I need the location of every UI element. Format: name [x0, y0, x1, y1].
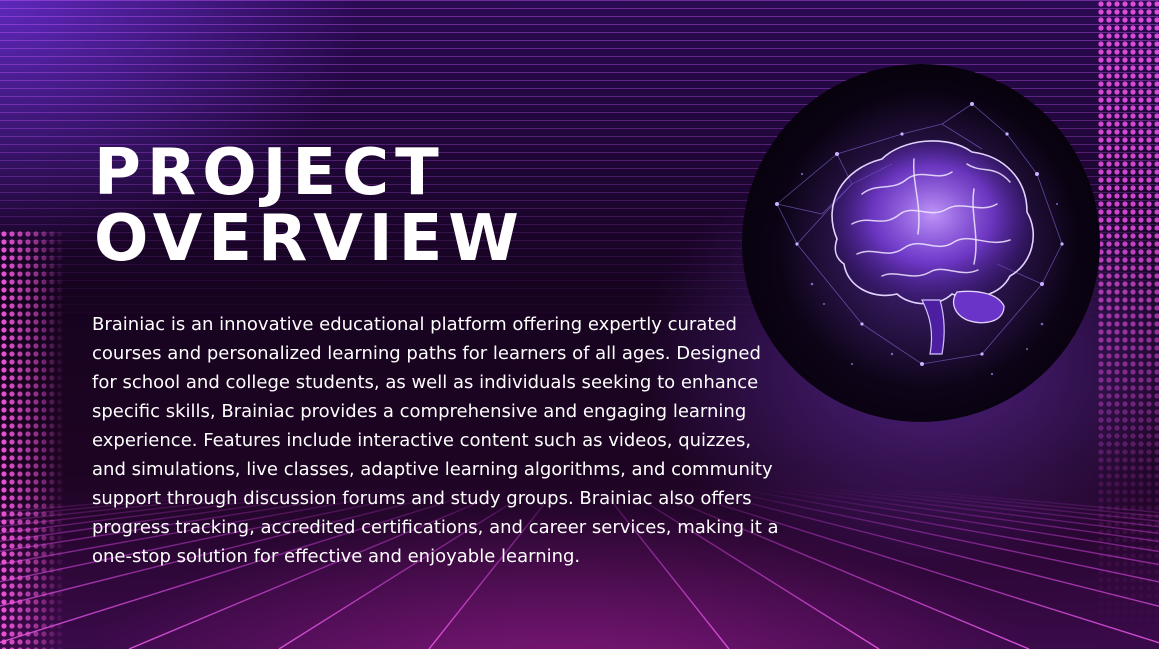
brain-icon: [775, 89, 1077, 389]
dot-pattern-left: [0, 230, 66, 649]
dot-pattern-right: [1097, 0, 1159, 649]
slide: PROJECT OVERVIEW Brainiac is an innovati…: [0, 0, 1159, 649]
slide-title: PROJECT OVERVIEW: [94, 140, 525, 272]
title-line-2: OVERVIEW: [94, 202, 525, 276]
project-description: Brainiac is an innovative educational pl…: [92, 314, 779, 567]
title-line-1: PROJECT: [94, 136, 445, 210]
brain-image: [742, 64, 1100, 422]
